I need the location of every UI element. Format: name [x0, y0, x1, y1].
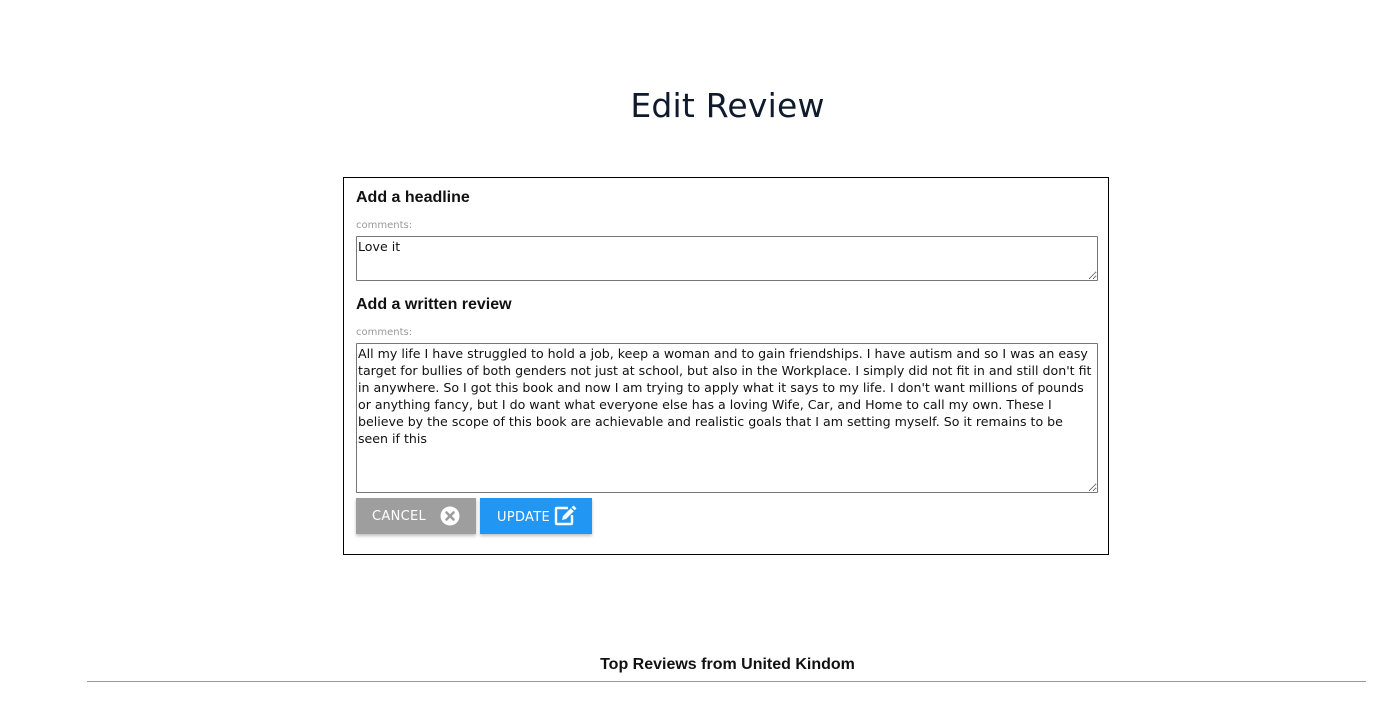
top-reviews-heading: Top Reviews from United Kindom	[600, 656, 855, 673]
headline-caption: comments:	[356, 220, 413, 231]
close-circle-icon	[440, 506, 460, 526]
update-button-label: UPDATE	[497, 509, 550, 525]
edit-review-form: Add a headline comments: Love it Add a w…	[343, 177, 1109, 555]
update-button[interactable]: UPDATE	[480, 498, 592, 534]
review-heading: Add a written review	[356, 296, 512, 313]
review-textarea[interactable]: All my life I have struggled to hold a j…	[356, 343, 1098, 493]
cancel-button-label: CANCEL	[372, 508, 427, 524]
edit-icon	[554, 504, 578, 526]
headline-heading: Add a headline	[356, 189, 470, 206]
cancel-button[interactable]: CANCEL	[356, 498, 476, 534]
review-caption: comments:	[356, 327, 413, 338]
section-divider	[87, 681, 1366, 682]
headline-input[interactable]: Love it	[356, 236, 1098, 281]
page-title: Edit Review	[630, 86, 825, 125]
